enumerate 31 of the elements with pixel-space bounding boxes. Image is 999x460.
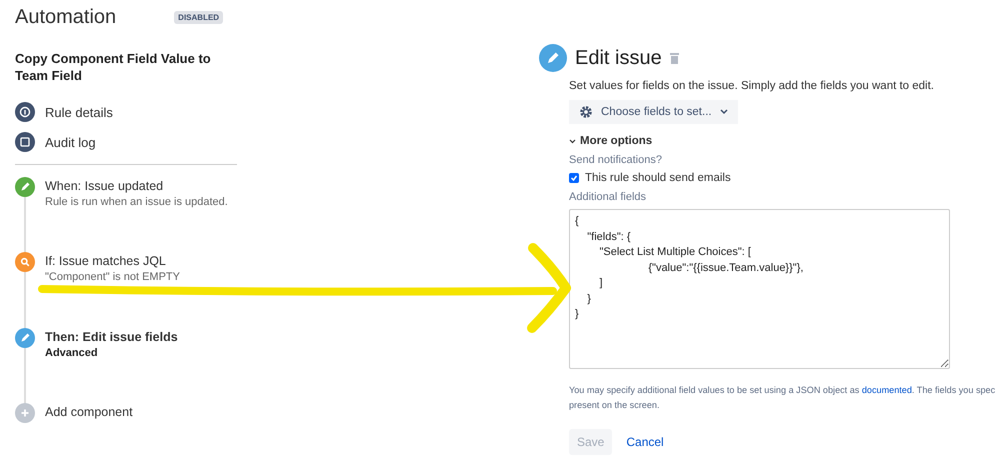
- more-options-toggle[interactable]: More options: [569, 135, 652, 147]
- pencil-icon: [539, 44, 567, 72]
- page-title: Automation: [15, 6, 116, 28]
- plus-icon: [15, 403, 35, 423]
- editor-title: Edit issue: [575, 46, 662, 70]
- nav-item[interactable]: Rule details: [15, 102, 249, 122]
- rule-step[interactable]: Then: Edit issue fields Advanced: [15, 328, 249, 403]
- checkbox-label: This rule should send emails: [585, 172, 731, 184]
- status-badge: DISABLED: [174, 10, 224, 24]
- checkbox[interactable]: [569, 173, 579, 183]
- settings-icon: [579, 105, 593, 119]
- rule-name: Copy Component Field Value to Team Field: [15, 50, 212, 84]
- field-label: Additional fields: [569, 191, 648, 203]
- json-input-field[interactable]: { "fields": { "Select List Multiple Choices": [ {"value":"{{issue.Team.value}}"}, ] } }: [569, 209, 950, 369]
- document-icon: [15, 132, 35, 152]
- search-icon: [15, 252, 35, 272]
- cancel-button[interactable]: Cancel: [618, 429, 672, 455]
- pencil-icon: [15, 328, 35, 348]
- rule-step[interactable]: If: Issue matches JQL "Component" is not EMPTY: [15, 252, 249, 328]
- chevron-down-icon: [720, 109, 728, 115]
- info-icon: [15, 102, 35, 122]
- help-text: You may specify additional field values to be set using a JSON object as documented. The fields you spec present on the screen.: [569, 384, 996, 412]
- rule-step[interactable]: Add component: [15, 403, 249, 433]
- pencil-icon: [15, 177, 35, 197]
- description: Set values for fields on the issue. Simply add the fields you want to edit.: [569, 80, 936, 92]
- documented-link[interactable]: documented: [862, 385, 912, 395]
- nav-item[interactable]: Audit log: [15, 132, 249, 152]
- rule-step[interactable]: When: Issue updated Rule is run when an issue is updated.: [15, 177, 249, 252]
- choose-fields-dropdown[interactable]: Choose fields to set...: [569, 100, 738, 124]
- chevron-icon: [569, 138, 576, 144]
- field-label: Send notifications?: [569, 154, 663, 166]
